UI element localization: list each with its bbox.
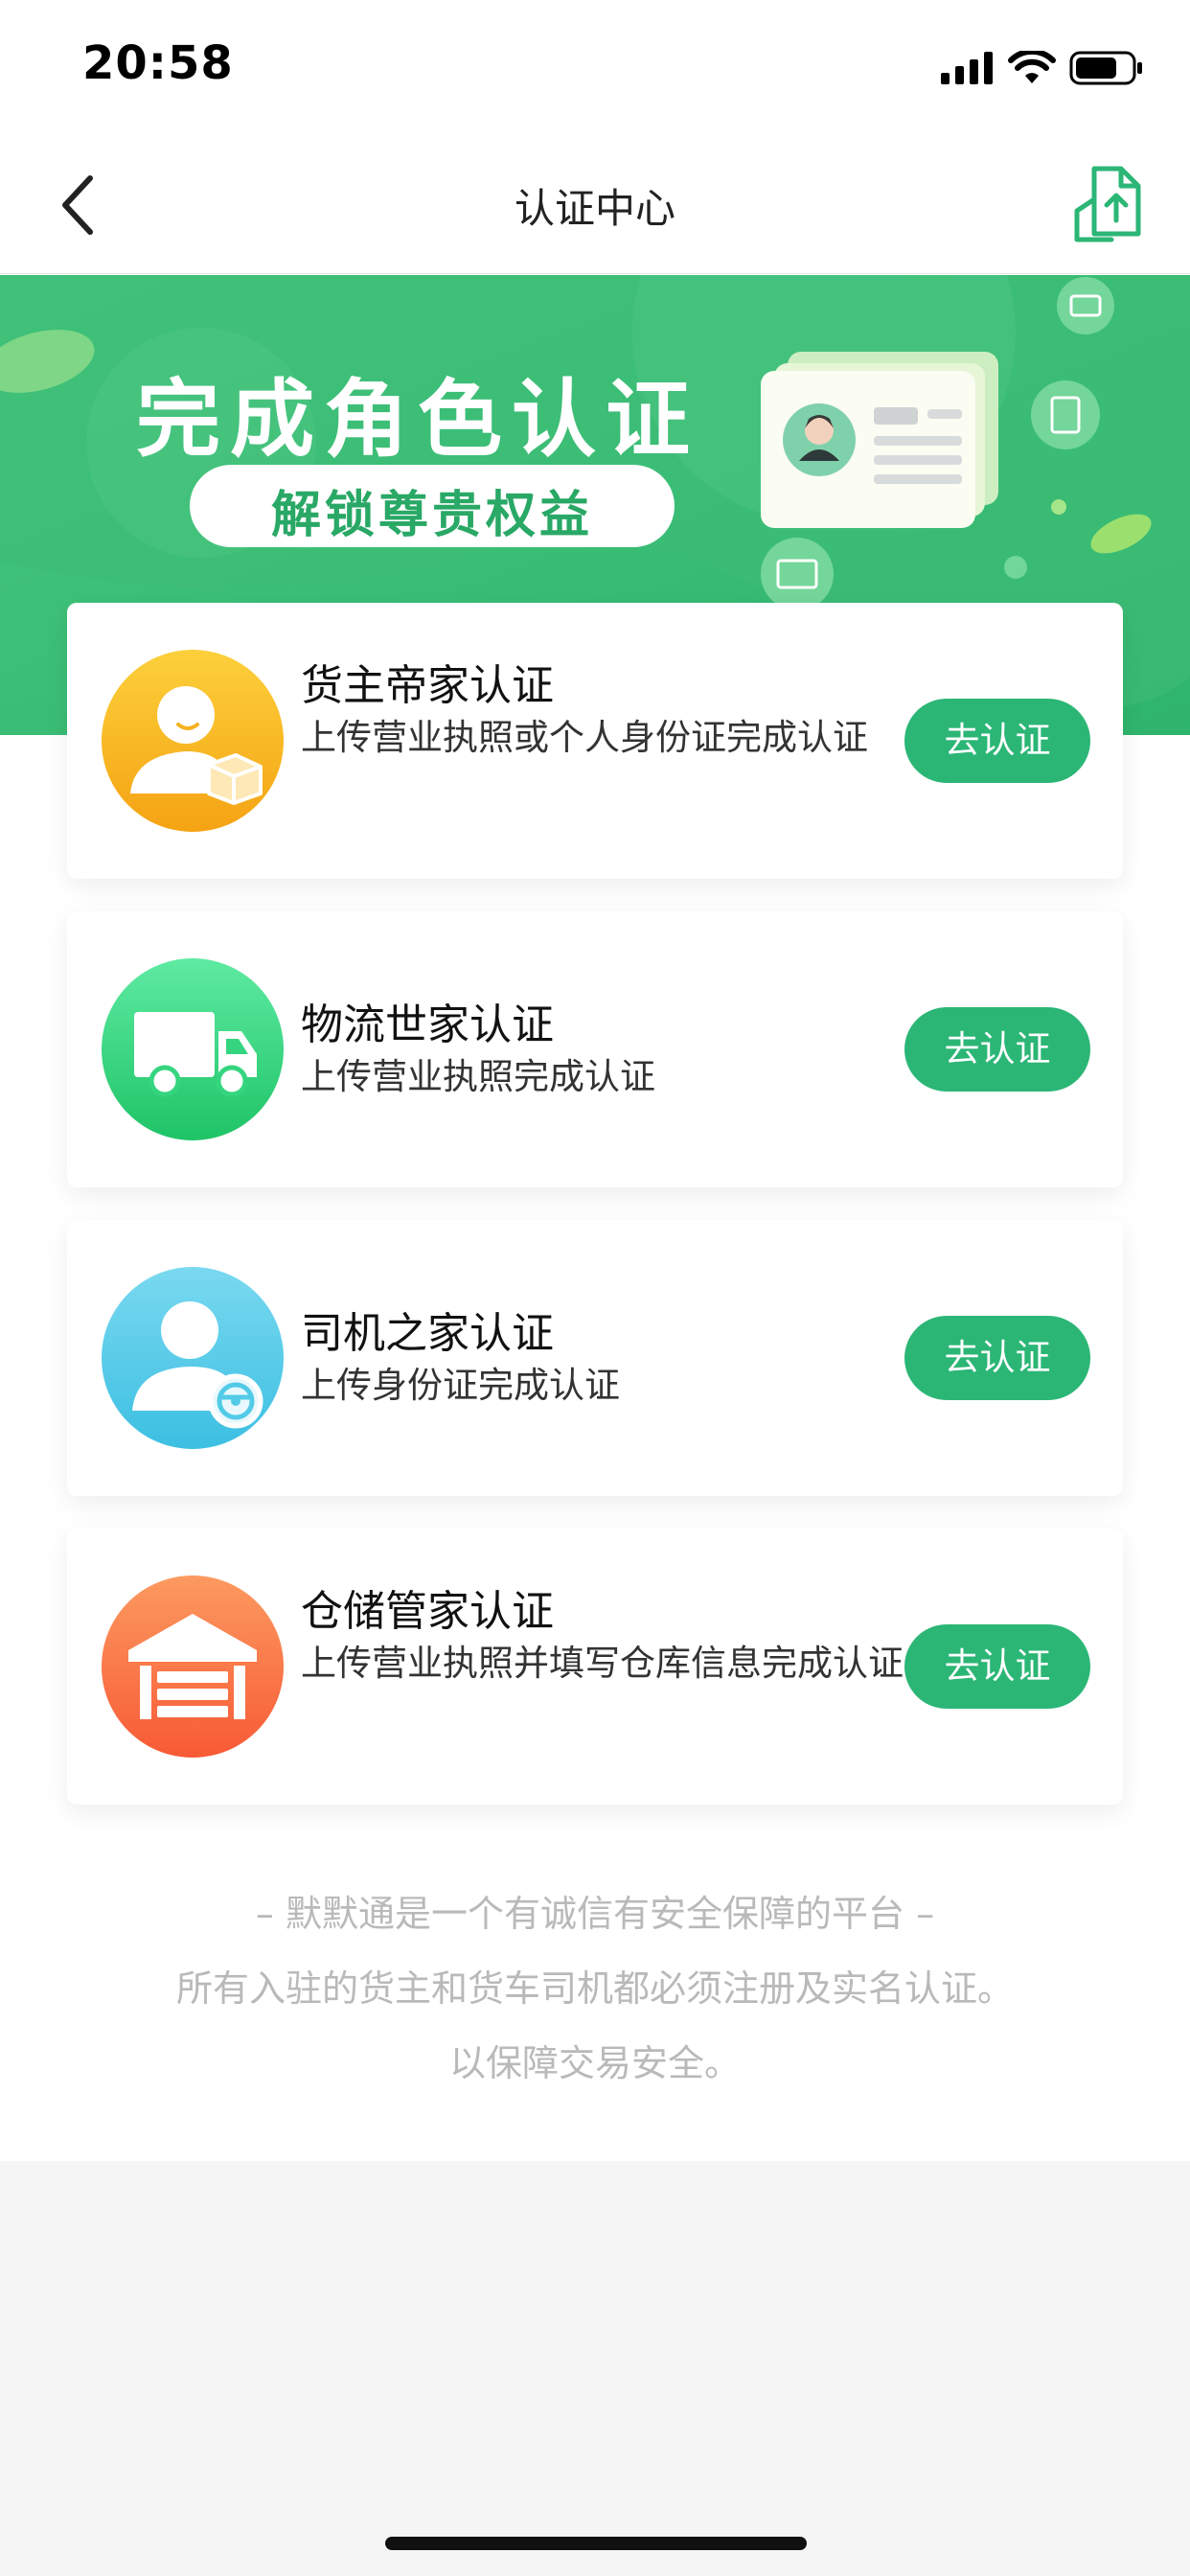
- card-description: 上传营业执照并填写仓库信息完成认证: [301, 1643, 904, 1684]
- truck-icon: [102, 958, 284, 1140]
- card-title: 货主帝家认证: [301, 661, 554, 710]
- banner-title: 完成角色认证: [136, 370, 700, 469]
- page-title: 认证中心: [514, 185, 675, 232]
- card-title: 仓储管家认证: [301, 1587, 554, 1636]
- card-description: 上传身份证完成认证: [301, 1365, 620, 1406]
- card-description: 上传营业执照或个人身份证完成认证: [301, 717, 868, 758]
- signal-icon: [941, 52, 993, 84]
- warehouse-icon: [102, 1576, 284, 1758]
- cargo-owner-card: 货主帝家认证 上传营业执照或个人身份证完成认证 去认证: [67, 603, 1123, 879]
- driver-card: 司机之家认证 上传身份证完成认证 去认证: [67, 1220, 1123, 1496]
- home-indicator[interactable]: [385, 2537, 807, 2550]
- verify-button[interactable]: 去认证: [904, 699, 1090, 783]
- verify-button[interactable]: 去认证: [904, 1007, 1090, 1092]
- card-description: 上传营业执照完成认证: [301, 1056, 655, 1097]
- status-icons: [941, 50, 1144, 86]
- card-title: 物流世家认证: [301, 1000, 554, 1049]
- driver-icon: [102, 1267, 284, 1449]
- banner-subtitle: 解锁尊贵权益: [270, 487, 593, 544]
- navigation-bar: 认证中心: [0, 134, 1190, 274]
- footer-line-3: 以保障交易安全。: [448, 2042, 741, 2084]
- cargo-owner-icon: [102, 650, 284, 832]
- battery-icon: [1069, 51, 1142, 85]
- verify-button[interactable]: 去认证: [904, 1624, 1090, 1709]
- wifi-icon: [1008, 51, 1056, 83]
- status-bar: 20:58: [0, 0, 1190, 134]
- logistics-card: 物流世家认证 上传营业执照完成认证 去认证: [67, 911, 1123, 1187]
- upload-document-icon[interactable]: [1065, 159, 1146, 243]
- verify-button[interactable]: 去认证: [904, 1316, 1090, 1400]
- footer-line-2: 所有入驻的货主和货车司机都必须注册及实名认证。: [175, 1967, 1014, 2010]
- card-title: 司机之家认证: [301, 1309, 554, 1358]
- page: 20:58 认证中心 完成角色认证 解锁尊贵权益 货主帝家认证 上传营业执照或个…: [0, 0, 1190, 2576]
- status-time: 20:58: [82, 36, 234, 90]
- footer-line-1: – 默默通是一个有诚信有安全保障的平台 –: [255, 1893, 935, 1935]
- warehouse-card: 仓储管家认证 上传营业执照并填写仓库信息完成认证 去认证: [67, 1529, 1123, 1805]
